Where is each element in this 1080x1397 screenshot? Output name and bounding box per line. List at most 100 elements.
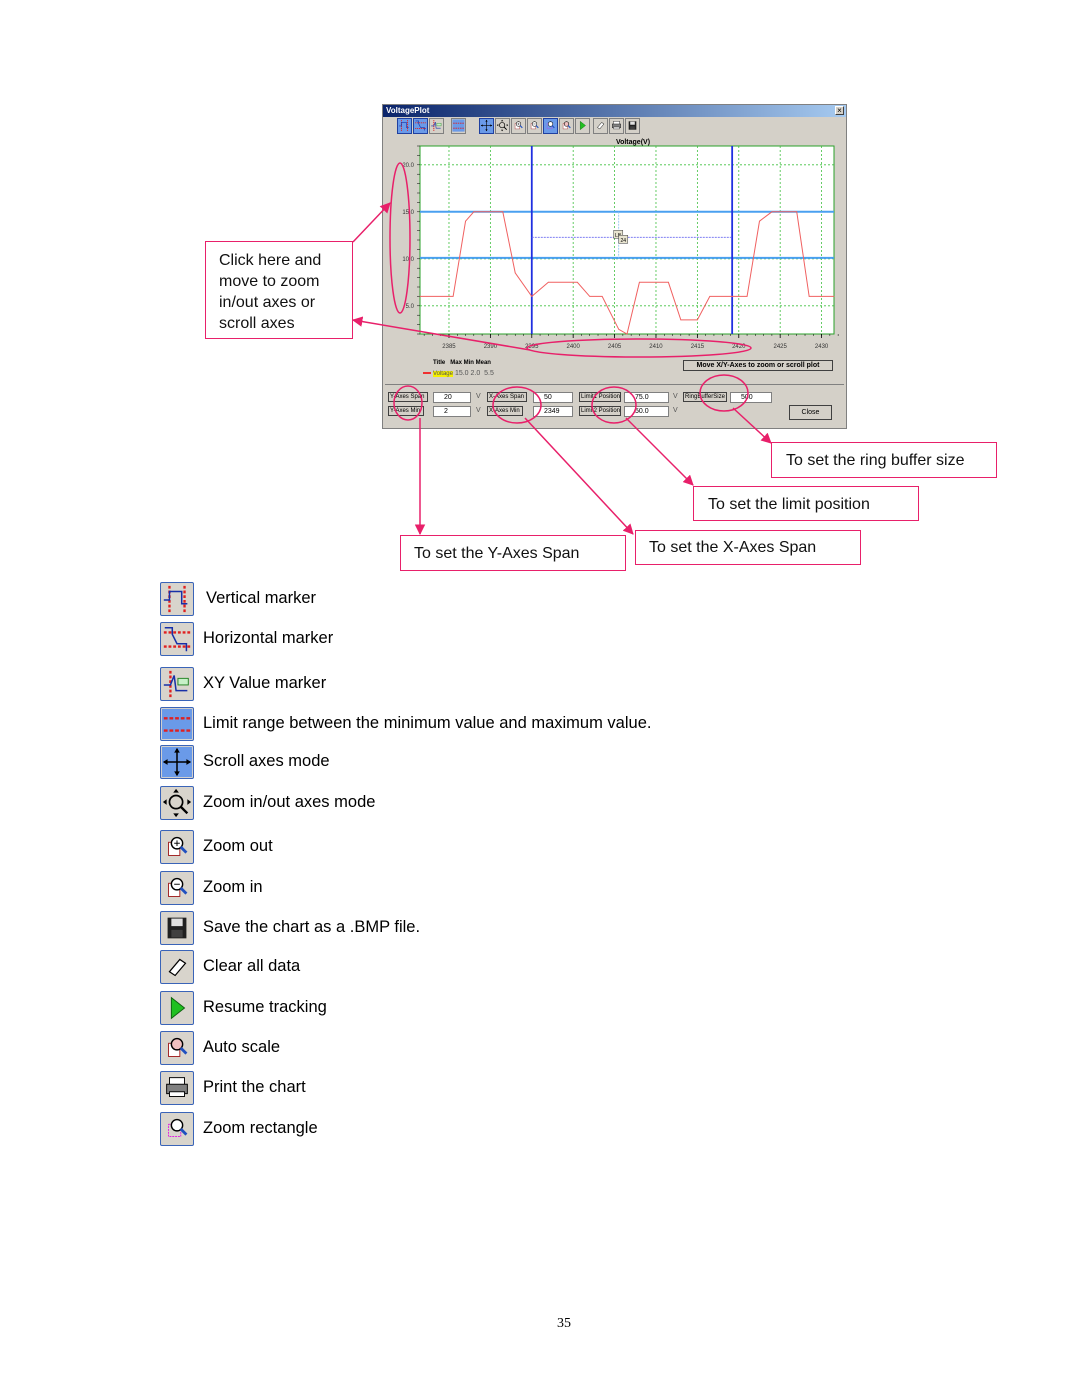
legend-header-max: Max — [450, 360, 462, 366]
legend-headers: Title Max Min Mean — [433, 360, 491, 366]
toolbar-button-clear-data[interactable] — [593, 118, 608, 134]
data-point — [589, 296, 591, 297]
scroll-axes-icon — [480, 119, 493, 135]
x-axes-min-label[interactable]: X-Axes Min — [487, 406, 523, 416]
xy-marker-tag-2-text: 24 — [620, 238, 626, 244]
data-point — [680, 319, 682, 321]
data-point — [419, 296, 421, 297]
data-point — [576, 281, 578, 283]
zoom-out-icon — [512, 121, 525, 135]
print-icon — [160, 1071, 194, 1105]
zoom-in-icon — [160, 871, 194, 905]
data-point — [746, 296, 748, 297]
legend-series-name: Voltage — [432, 371, 453, 377]
icon-legend-label: Limit range between the minimum value an… — [203, 714, 652, 732]
legend-mean: 5.5 — [484, 370, 494, 377]
toolbar-button-horizontal-marker[interactable] — [413, 118, 428, 134]
legend-header-title: Title — [433, 360, 446, 366]
x-axes-span-input[interactable]: 50 — [533, 392, 573, 403]
data-point — [452, 296, 454, 297]
data-point — [465, 220, 466, 222]
callout-limit-position: To set the limit position — [693, 486, 919, 521]
toolbar-button-print[interactable] — [609, 118, 624, 134]
toolbar-button-zoom-out[interactable] — [511, 118, 526, 134]
vertical-marker-icon — [398, 120, 411, 135]
callout-zoom-axes: Click here and move to zoom in/out axes … — [205, 241, 353, 339]
toolbar-button-limit-range[interactable] — [451, 118, 466, 134]
data-point — [639, 281, 640, 283]
icon-legend-label: Horizontal marker — [203, 629, 334, 647]
icon-legend-label: Zoom out — [203, 837, 273, 855]
limit1-position-input[interactable]: 75.0 — [624, 392, 669, 403]
callout-ring-buffer: To set the ring buffer size — [771, 442, 997, 478]
chart-title: Voltage(V) — [616, 139, 650, 146]
x-tick-label: 2425 — [774, 344, 788, 350]
data-point — [759, 220, 760, 222]
icon-legend-label: Zoom in — [203, 878, 263, 896]
horizontal-marker-icon — [414, 120, 427, 135]
toolbar-button-save-bmp[interactable] — [625, 118, 640, 134]
y-axes-span-input[interactable]: 20 — [433, 392, 471, 403]
toolbar-button-scroll-axes[interactable] — [479, 118, 494, 134]
divider — [385, 384, 844, 385]
voltage-plot-window: VoltagePlot × LB 24 2385 2390 2395 2400 2405 2… — [382, 104, 847, 429]
x-tick-label: 2400 — [567, 344, 581, 350]
zoom-axes-mode-icon — [496, 119, 509, 135]
toolbar-button-zoom-rectangle[interactable] — [543, 118, 558, 134]
y-tick-label: 20.0 — [402, 163, 414, 169]
resume-tracking-icon — [160, 991, 194, 1025]
data-point — [696, 319, 698, 321]
toolbar-button-vertical-marker[interactable] — [397, 118, 412, 134]
toolbar-button-zoom-axes-mode[interactable] — [495, 118, 510, 134]
limit2-position-input[interactable]: 50.0 — [624, 406, 669, 417]
icon-legend-label: Resume tracking — [203, 998, 327, 1016]
zoom-axes-mode-icon — [160, 786, 194, 820]
y-axes-span-label[interactable]: Y-Axes Span — [388, 392, 428, 402]
data-point — [547, 281, 549, 283]
auto-scale-icon — [560, 121, 573, 135]
title-bar: VoltagePlot × — [383, 105, 846, 117]
zoom-rectangle-icon — [544, 121, 557, 135]
limit1-position-label[interactable]: Limit1 Position — [579, 392, 621, 402]
toolbar-button-xy-value-marker[interactable] — [429, 118, 444, 134]
data-point — [618, 328, 620, 330]
x-tick-label: 2420 — [732, 344, 746, 350]
icon-legend-label: Auto scale — [203, 1038, 281, 1056]
legend-swatch — [423, 372, 431, 375]
icon-legend-label: Zoom in/out axes mode — [203, 793, 376, 811]
toolbar-button-resume-tracking[interactable] — [575, 118, 590, 134]
y-axes-min-input[interactable]: 2 — [433, 406, 471, 417]
x-tick-label: 2415 — [691, 344, 705, 350]
y-axes-min-label[interactable]: Y-Axes Min — [388, 406, 424, 416]
horizontal-marker-icon — [160, 622, 194, 656]
toolbar-button-zoom-in[interactable] — [527, 118, 542, 134]
legend-header-mean: Mean — [475, 360, 491, 366]
legend-entry: Voltage 15.0 2.0 5.5 — [423, 370, 494, 377]
callout-x-span: To set the X-Axes Span — [635, 530, 861, 565]
zoom-out-icon — [160, 830, 194, 864]
close-button[interactable]: Close — [789, 405, 832, 420]
window-title: VoltagePlot — [386, 106, 430, 115]
save-bmp-icon — [160, 911, 194, 945]
y-tick-label: 10.0 — [402, 257, 414, 263]
close-icon[interactable]: × — [835, 106, 844, 115]
data-point — [668, 281, 669, 283]
voltage-chart[interactable]: LB24 2385 2390 2395 2400 2405 2410 2415 2420 242… — [383, 135, 846, 385]
page-number: 35 — [557, 1316, 571, 1331]
xy-value-marker-icon — [160, 667, 194, 701]
ring-buffer-size-label[interactable]: RingBufferSize — [683, 392, 727, 402]
x-axes-min-input[interactable]: 2349 — [533, 406, 573, 417]
legend-min: 2.0 — [470, 370, 481, 377]
data-point — [531, 296, 533, 297]
ring-buffer-size-input[interactable]: 500 — [730, 392, 772, 403]
save-bmp-icon — [626, 121, 639, 135]
limit1-unit: V — [673, 393, 678, 400]
x-axes-span-label[interactable]: X-Axes Span — [487, 392, 527, 402]
y-tick-label: 5.0 — [406, 304, 415, 310]
x-tick-label: 2390 — [484, 344, 498, 350]
limit2-unit: V — [673, 407, 678, 414]
data-point — [502, 211, 504, 213]
toolbar-button-auto-scale[interactable] — [559, 118, 574, 134]
limit2-position-label[interactable]: Limit2 Position — [579, 406, 621, 416]
hint-box: Move X/Y-Axes to zoom or scroll plot — [683, 360, 833, 371]
